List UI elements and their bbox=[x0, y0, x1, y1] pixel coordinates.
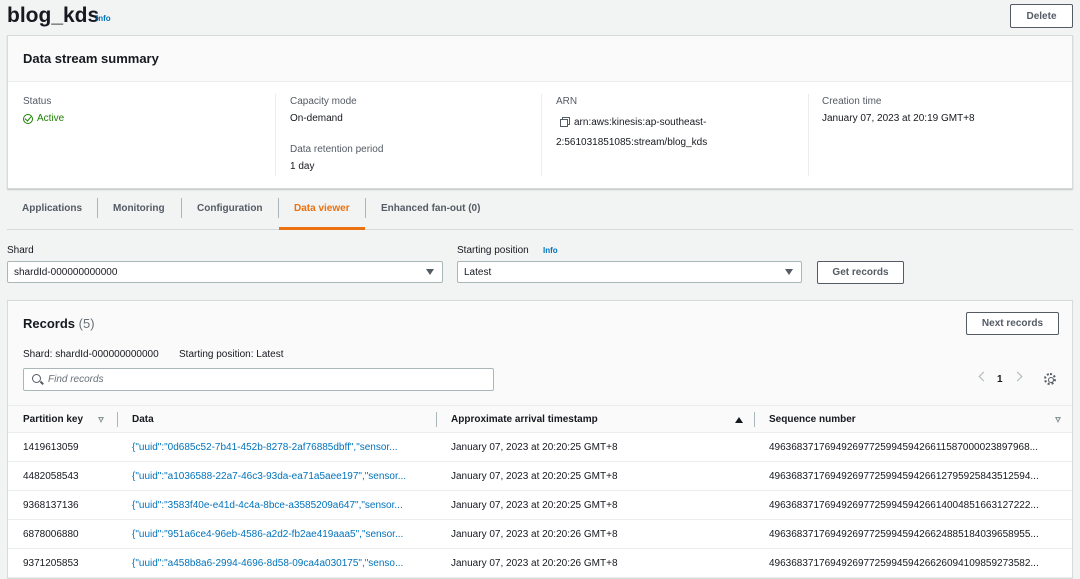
column-header-arrival-timestamp[interactable]: Approximate arrival timestamp bbox=[451, 414, 598, 425]
starting-position-select[interactable]: Latest bbox=[457, 261, 802, 283]
tab-divider bbox=[181, 198, 182, 218]
starting-position-label: Starting position bbox=[457, 245, 529, 256]
data-cell[interactable]: {"uuid":"951a6ce4-96eb-4586-a2d2-fb2ae41… bbox=[132, 529, 423, 540]
capacity-value: On-demand bbox=[290, 113, 343, 124]
title-info-link[interactable]: Info bbox=[96, 14, 111, 23]
sequence-number-cell: 4963683717694926977259945942662488518403… bbox=[769, 529, 1039, 540]
column-divider[interactable] bbox=[436, 412, 437, 427]
tab-divider bbox=[365, 198, 366, 218]
sort-icon[interactable] bbox=[98, 417, 104, 423]
partition-key-cell: 9371205853 bbox=[23, 558, 79, 569]
tab-divider bbox=[97, 198, 98, 218]
data-cell[interactable]: {"uuid":"a458b8a6-2994-4696-8d58-09ca4a0… bbox=[132, 558, 423, 569]
column-divider[interactable] bbox=[117, 412, 118, 427]
tab-divider bbox=[278, 198, 279, 218]
shard-meta: Shard: shardId-000000000000 bbox=[23, 349, 159, 360]
timestamp-cell: January 07, 2023 at 20:20:25 GMT+8 bbox=[451, 442, 618, 453]
arn-value-line2: 2:561031851085:stream/blog_kds bbox=[556, 137, 708, 148]
active-tab-indicator bbox=[279, 227, 365, 230]
column-divider bbox=[541, 94, 542, 176]
copy-icon[interactable] bbox=[560, 117, 570, 127]
tab-configuration[interactable]: Configuration bbox=[197, 203, 263, 214]
search-input[interactable] bbox=[48, 369, 488, 390]
search-box bbox=[23, 368, 494, 391]
column-divider[interactable] bbox=[754, 412, 755, 427]
summary-header bbox=[8, 36, 1072, 82]
partition-key-cell: 4482058543 bbox=[23, 471, 79, 482]
timestamp-cell: January 07, 2023 at 20:20:26 GMT+8 bbox=[451, 529, 618, 540]
arn-label: ARN bbox=[556, 96, 578, 107]
creation-time-value: January 07, 2023 at 20:19 GMT+8 bbox=[822, 113, 975, 124]
status-value: Active bbox=[37, 113, 65, 124]
table-row[interactable]: 6878006880 {"uuid":"951a6ce4-96eb-4586-a… bbox=[8, 520, 1072, 549]
get-records-button[interactable]: Get records bbox=[817, 261, 904, 284]
starting-position-value: Latest bbox=[464, 266, 492, 278]
partition-key-cell: 6878006880 bbox=[23, 529, 79, 540]
page-title: blog_kds bbox=[7, 4, 100, 27]
table-row[interactable]: 9368137136 {"uuid":"3583f40e-e41d-4c4a-8… bbox=[8, 491, 1072, 520]
starting-position-meta: Starting position: Latest bbox=[179, 349, 284, 360]
capacity-label: Capacity mode bbox=[290, 96, 357, 107]
data-cell[interactable]: {"uuid":"0d685c52-7b41-452b-8278-2af7688… bbox=[132, 442, 423, 453]
tab-applications[interactable]: Applications bbox=[22, 203, 82, 214]
sequence-number-cell: 4963683717694926977259945942661400485166… bbox=[769, 500, 1039, 511]
search-icon bbox=[32, 374, 41, 383]
column-header-sequence-number[interactable]: Sequence number bbox=[769, 414, 856, 425]
next-records-button[interactable]: Next records bbox=[966, 312, 1059, 335]
shard-label: Shard bbox=[7, 245, 34, 256]
shard-select[interactable]: shardId-000000000000 bbox=[7, 261, 443, 283]
arn-value-line1: arn:aws:kinesis:ap-southeast- bbox=[574, 117, 707, 128]
records-panel: Records (5) Next records Shard: shardId-… bbox=[7, 300, 1073, 579]
table-row[interactable]: 4482058543 {"uuid":"a1036588-22a7-46c3-9… bbox=[8, 462, 1072, 491]
retention-value: 1 day bbox=[290, 161, 315, 172]
column-header-partition-key[interactable]: Partition key bbox=[23, 414, 83, 425]
status-badge: Active bbox=[23, 113, 64, 124]
timestamp-cell: January 07, 2023 at 20:20:25 GMT+8 bbox=[451, 500, 618, 511]
sequence-number-cell: 4963683717694926977259945942661279592584… bbox=[769, 471, 1039, 482]
gear-icon[interactable] bbox=[1044, 373, 1056, 385]
sequence-number-cell: 4963683717694926977259945942662609410985… bbox=[769, 558, 1039, 569]
records-title: Records (5) bbox=[23, 316, 95, 331]
column-divider bbox=[275, 94, 276, 176]
sort-ascending-icon[interactable] bbox=[735, 417, 743, 423]
records-count: (5) bbox=[78, 316, 95, 331]
tab-bar: Applications Monitoring Configuration Da… bbox=[7, 192, 1073, 230]
timestamp-cell: January 07, 2023 at 20:20:25 GMT+8 bbox=[451, 471, 618, 482]
table-row[interactable]: 1419613059 {"uuid":"0d685c52-7b41-452b-8… bbox=[8, 433, 1072, 462]
delete-button[interactable]: Delete bbox=[1010, 4, 1073, 28]
timestamp-cell: January 07, 2023 at 20:20:26 GMT+8 bbox=[451, 558, 618, 569]
partition-key-cell: 1419613059 bbox=[23, 442, 79, 453]
records-title-text: Records bbox=[23, 316, 76, 331]
column-header-data[interactable]: Data bbox=[132, 414, 154, 425]
table-header-row: Partition key Data Approximate arrival t… bbox=[8, 405, 1072, 433]
retention-label: Data retention period bbox=[290, 144, 384, 155]
table-row[interactable]: 9371205853 {"uuid":"a458b8a6-2994-4696-8… bbox=[8, 549, 1072, 578]
caret-down-icon bbox=[426, 269, 434, 275]
check-circle-icon bbox=[23, 113, 33, 124]
shard-select-value: shardId-000000000000 bbox=[14, 266, 118, 278]
starting-position-info-link[interactable]: Info bbox=[543, 246, 558, 255]
tab-enhanced-fan-out[interactable]: Enhanced fan-out (0) bbox=[381, 203, 480, 214]
data-cell[interactable]: {"uuid":"3583f40e-e41d-4c4a-8bce-a358520… bbox=[132, 500, 423, 511]
data-cell[interactable]: {"uuid":"a1036588-22a7-46c3-93da-ea71a5a… bbox=[132, 471, 423, 482]
tab-data-viewer[interactable]: Data viewer bbox=[294, 203, 350, 214]
summary-title: Data stream summary bbox=[23, 51, 159, 66]
creation-time-label: Creation time bbox=[822, 96, 882, 107]
partition-key-cell: 9368137136 bbox=[23, 500, 79, 511]
status-label: Status bbox=[23, 96, 52, 107]
sort-icon[interactable] bbox=[1055, 417, 1061, 423]
caret-down-icon bbox=[785, 269, 793, 275]
data-stream-summary-panel: Data stream summary Status Active Capaci… bbox=[7, 35, 1073, 189]
tab-monitoring[interactable]: Monitoring bbox=[113, 203, 165, 214]
sequence-number-cell: 4963683717694926977259945942661158700002… bbox=[769, 442, 1038, 453]
page-number[interactable]: 1 bbox=[997, 374, 1003, 385]
column-divider bbox=[808, 94, 809, 176]
